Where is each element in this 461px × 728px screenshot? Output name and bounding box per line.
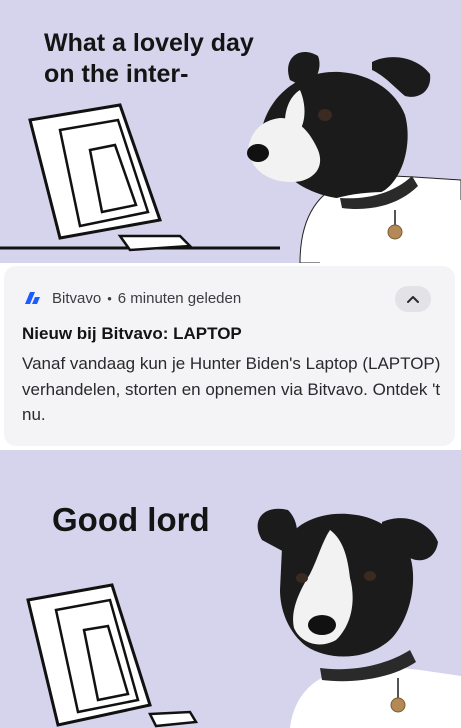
- keyboard: [148, 710, 199, 728]
- notification-app-name: Bitvavo: [52, 289, 102, 307]
- notification-timestamp: 6 minuten geleden: [117, 289, 242, 307]
- computer-and-dog-illustration: [26, 508, 461, 728]
- notification-separator: •: [107, 290, 112, 306]
- notification-title: Nieuw bij Bitvavo: LAPTOP: [22, 324, 242, 343]
- notification-header: Bitvavo • 6 minuten geleden: [22, 286, 439, 310]
- top-meme-caption: What a lovely day on the inter-: [44, 29, 254, 88]
- top-meme-panel: What a lovely day on the inter-: [0, 0, 461, 263]
- bitvavo-logo-icon: [25, 292, 40, 304]
- notification-body: Vanaf vandaag kun je Hunter Biden's Lapt…: [22, 354, 441, 424]
- keyboard: [117, 234, 193, 252]
- bottom-meme-panel: Good lord: [0, 450, 461, 728]
- bitvavo-notification[interactable]: Bitvavo • 6 minuten geleden Nieuw bij Bi…: [4, 266, 455, 446]
- bottom-meme-caption: Good lord: [52, 501, 210, 538]
- chevron-up-icon: [407, 296, 419, 303]
- collapse-notification-button[interactable]: [395, 286, 431, 312]
